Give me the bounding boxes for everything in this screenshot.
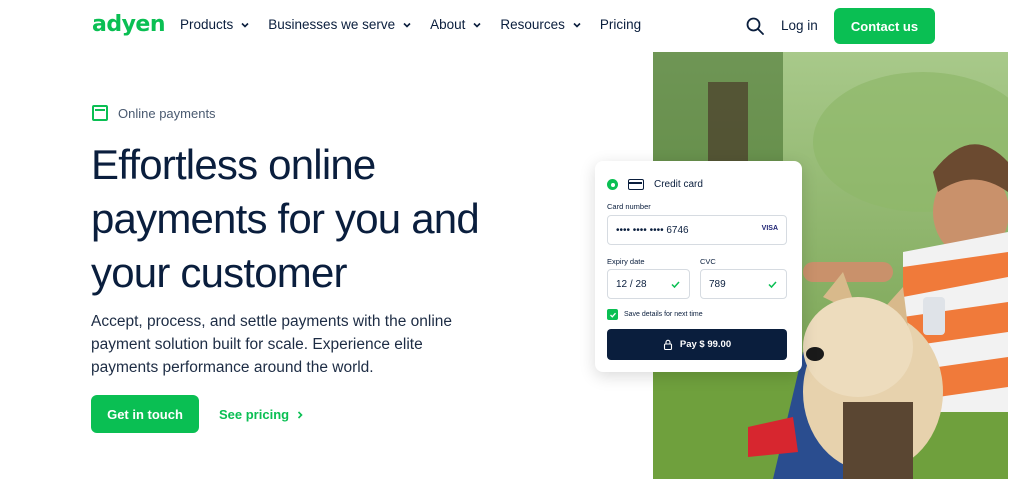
nav-item-label: Businesses we serve <box>268 17 396 32</box>
hero-subtext: Accept, process, and settle payments wit… <box>91 313 453 376</box>
cvc-input[interactable]: 789 <box>700 269 787 299</box>
search-icon[interactable] <box>745 16 765 36</box>
top-nav: adyen Products Businesses we serve About… <box>0 0 1024 52</box>
chevron-down-icon <box>241 22 249 28</box>
chevron-down-icon <box>403 22 411 28</box>
radio-selected-icon[interactable] <box>607 179 618 190</box>
nav-item-about[interactable]: About <box>430 17 482 32</box>
eyebrow: Online payments <box>92 105 216 121</box>
payment-widget: Credit card Card number •••• •••• •••• 6… <box>595 161 802 372</box>
save-details-checkbox[interactable]: Save details for next time <box>607 309 703 320</box>
pay-button[interactable]: Pay $ 99.00 <box>607 329 787 360</box>
chevron-right-icon <box>298 410 303 419</box>
save-details-label: Save details for next time <box>624 311 703 318</box>
browser-window-icon <box>92 105 108 121</box>
expiry-value: 12 / 28 <box>616 278 647 290</box>
get-in-touch-button[interactable]: Get in touch <box>91 395 199 433</box>
checkbox-checked-icon[interactable] <box>607 309 618 320</box>
see-pricing-link[interactable]: See pricing <box>219 407 305 422</box>
check-icon <box>768 281 777 289</box>
chevron-down-icon <box>473 22 481 28</box>
expiry-label: Expiry date <box>607 257 645 266</box>
nav-item-pricing[interactable]: Pricing <box>600 17 641 32</box>
see-pricing-label: See pricing <box>219 407 290 422</box>
visa-logo: VISA <box>761 225 778 232</box>
nav-menu: Products Businesses we serve About Resou… <box>180 17 659 32</box>
card-number-value: •••• •••• •••• 6746 <box>616 224 689 236</box>
payment-method-label: Credit card <box>654 179 703 190</box>
card-number-input[interactable]: •••• •••• •••• 6746 VISA <box>607 215 787 245</box>
contact-button[interactable]: Contact us <box>834 8 935 44</box>
eyebrow-label: Online payments <box>118 105 216 121</box>
expiry-input[interactable]: 12 / 28 <box>607 269 690 299</box>
lock-icon <box>663 339 672 350</box>
payment-method-header[interactable]: Credit card <box>607 179 703 190</box>
nav-item-label: About <box>430 17 466 32</box>
adyen-logo[interactable]: adyen <box>92 12 166 37</box>
card-number-label: Card number <box>607 202 651 211</box>
nav-item-resources[interactable]: Resources <box>500 17 582 32</box>
nav-item-label: Products <box>180 17 234 32</box>
cvc-label: CVC <box>700 257 716 266</box>
nav-item-products[interactable]: Products <box>180 17 250 32</box>
pay-label: Pay $ 99.00 <box>679 339 732 350</box>
login-link[interactable]: Log in <box>781 18 818 33</box>
nav-item-label: Resources <box>500 17 565 32</box>
check-icon <box>671 281 680 289</box>
chevron-down-icon <box>573 22 581 28</box>
nav-item-label: Pricing <box>599 17 642 32</box>
nav-item-businesses[interactable]: Businesses we serve <box>268 17 412 32</box>
hero-headline: Effortless online payments for you and y… <box>91 141 480 296</box>
cvc-value: 789 <box>709 278 726 290</box>
credit-card-icon <box>628 179 644 190</box>
